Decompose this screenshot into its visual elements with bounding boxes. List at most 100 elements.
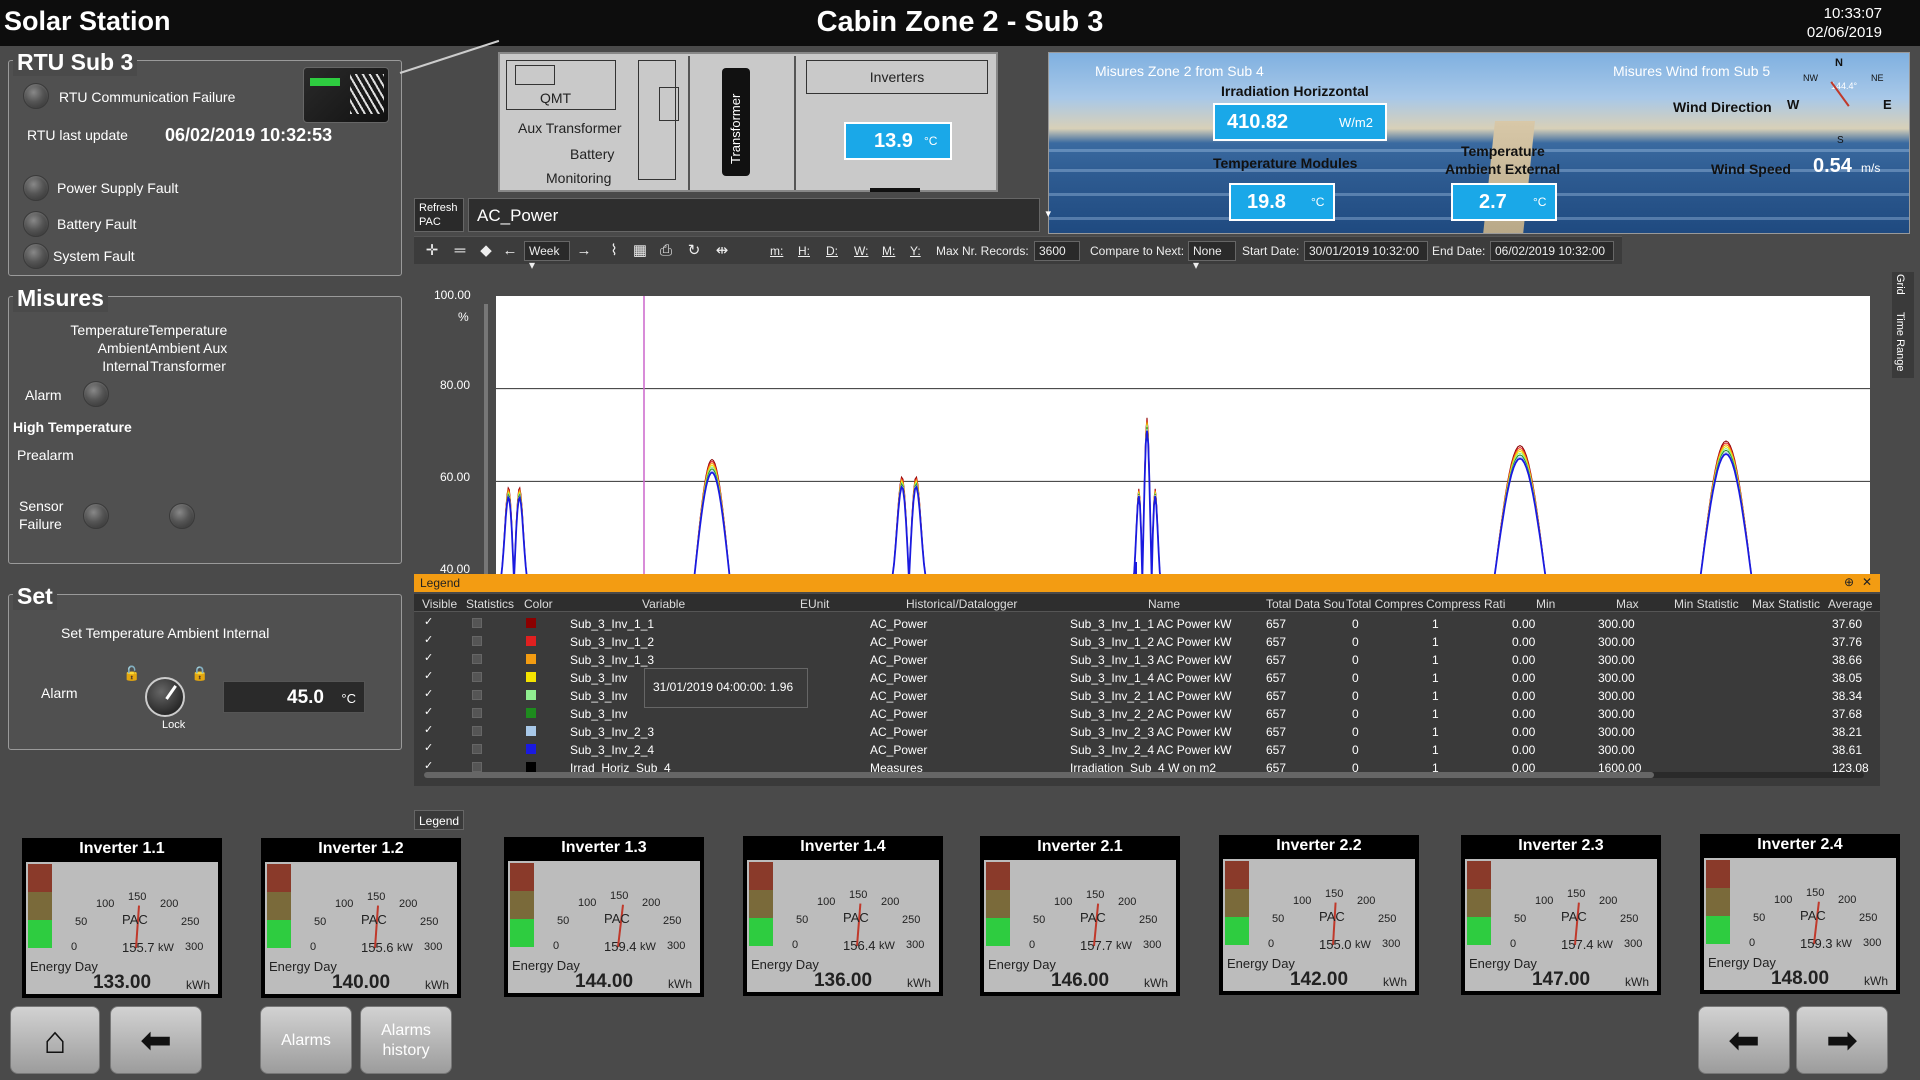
average-cell: 38.05	[1832, 671, 1863, 685]
pin-icon[interactable]: ⊕	[1844, 575, 1854, 589]
table-row[interactable]: ✓ Sub_3_Inv_2_4 AC_Power Sub_3_Inv_2_4 AC P…	[414, 740, 1880, 758]
visible-checkbox[interactable]: ✓	[424, 689, 435, 700]
historical-cell: AC_Power	[870, 707, 928, 721]
start-date-input[interactable]: 30/01/2019 10:32:00	[1304, 241, 1428, 261]
legend-toggle-button[interactable]: Legend	[414, 810, 464, 830]
visible-checkbox[interactable]: ✓	[424, 743, 435, 754]
series-line	[694, 460, 730, 574]
zoom-weeks[interactable]: W:	[854, 244, 868, 258]
alarms-button[interactable]: Alarms	[260, 1006, 352, 1074]
visible-checkbox[interactable]: ✓	[424, 761, 435, 772]
table-row[interactable]: ✓ Sub_3_Inv AC_Power Sub_3_Inv_1_4 AC Power…	[414, 668, 1880, 686]
inverter-card[interactable]: Inverter 1.3 0 50 100 150 200 250 300 PAC 159.4 kW…	[504, 837, 704, 997]
table-row[interactable]: ✓ Sub_3_Inv AC_Power Sub_3_Inv_2_1 AC Power…	[414, 686, 1880, 704]
lock-knob[interactable]	[145, 677, 185, 717]
col-average: Average	[1828, 597, 1873, 611]
irradiation-display: 410.82 W/m2	[1213, 103, 1387, 141]
statistics-checkbox[interactable]	[472, 690, 482, 700]
col-color: Color	[524, 597, 553, 611]
total-cell: 657	[1266, 707, 1287, 721]
close-icon[interactable]: ✕	[1862, 575, 1872, 589]
variable-selector[interactable]: AC_Power ▾	[468, 198, 1051, 232]
zoom-days[interactable]: D:	[826, 244, 838, 258]
table-row[interactable]: ✓ Sub_3_Inv_1_3 AC_Power Sub_3_Inv_1_3 AC P…	[414, 650, 1880, 668]
inverter-card[interactable]: Inverter 2.1 0 50 100 150 200 250 300 PAC 157.7 kW…	[980, 836, 1180, 996]
visible-checkbox[interactable]: ✓	[424, 707, 435, 718]
series-line	[1700, 449, 1752, 574]
total-cell: 657	[1266, 689, 1287, 703]
start-date-label: Start Date:	[1242, 244, 1300, 258]
inverter-card[interactable]: Inverter 2.2 0 50 100 150 200 250 300 PAC 155.0 kW…	[1219, 835, 1419, 995]
clock-date: 02/06/2019	[1806, 24, 1882, 41]
pac-value: 155.0	[1319, 937, 1352, 952]
grid-icon[interactable]: ▦	[630, 241, 650, 261]
zoom-hours[interactable]: H:	[798, 244, 810, 258]
visible-checkbox[interactable]: ✓	[424, 725, 435, 736]
inverter-card[interactable]: Inverter 1.2 0 50 100 150 200 250 300 PAC 155.6 kW…	[261, 838, 461, 998]
table-row[interactable]: ✓ Sub_3_Inv AC_Power Sub_3_Inv_2_2 AC Power…	[414, 704, 1880, 722]
inverter-card[interactable]: Inverter 1.1 0 50 100 150 200 250 300 PAC 155.7 kW…	[22, 838, 222, 998]
max-records-input[interactable]: 3600	[1034, 241, 1080, 261]
statistics-checkbox[interactable]	[472, 726, 482, 736]
table-row[interactable]: ✓ Sub_3_Inv_2_3 AC_Power Sub_3_Inv_2_3 AC P…	[414, 722, 1880, 740]
set-value-field[interactable]: 45.0 °C	[223, 681, 365, 713]
home-button[interactable]: ⌂	[10, 1006, 100, 1074]
refresh-icon[interactable]: ↻	[684, 241, 704, 261]
refresh-pac-button[interactable]: Refresh PAC	[414, 198, 464, 232]
end-date-input[interactable]: 06/02/2019 10:32:00	[1490, 241, 1614, 261]
zoom-years[interactable]: Y:	[910, 244, 921, 258]
visible-checkbox[interactable]: ✓	[424, 653, 435, 664]
add-icon[interactable]: ✛	[422, 241, 442, 261]
average-cell: 37.60	[1832, 617, 1863, 631]
inverter-gauge: 0 50 100 150 200 250 300 PAC 156.4 kW Energy Day 13…	[747, 860, 939, 992]
statistics-checkbox[interactable]	[472, 618, 482, 628]
statistics-checkbox[interactable]	[472, 744, 482, 754]
plot-area[interactable]	[496, 296, 1870, 574]
temp-modules-value: 19.8	[1247, 191, 1286, 213]
inverter-card[interactable]: Inverter 1.4 0 50 100 150 200 250 300 PAC 156.4 kW…	[743, 836, 943, 996]
legend-scrollbar[interactable]	[424, 772, 1864, 778]
grid-tab[interactable]: Grid	[1894, 274, 1906, 295]
unlock-icon[interactable]: 🔓	[123, 665, 140, 682]
next-page-button[interactable]: ➡	[1796, 1006, 1888, 1074]
inverter-card[interactable]: Inverter 2.3 0 50 100 150 200 250 300 PAC 157.4 kW…	[1461, 835, 1661, 995]
pulse-icon[interactable]: ⌇	[604, 241, 624, 261]
statistics-checkbox[interactable]	[472, 654, 482, 664]
table-row[interactable]: ✓ Sub_3_Inv_1_2 AC_Power Sub_3_Inv_1_2 AC P…	[414, 632, 1880, 650]
visible-checkbox[interactable]: ✓	[424, 617, 435, 628]
name-cell: Sub_3_Inv_2_3 AC Power kW	[1070, 725, 1232, 739]
visible-checkbox[interactable]: ✓	[424, 671, 435, 682]
alarms-history-button[interactable]: Alarms history	[360, 1006, 452, 1074]
lock-icon[interactable]: 🔒	[191, 665, 208, 682]
pac-label: PAC	[1561, 909, 1587, 924]
color-swatch	[526, 690, 536, 700]
inverter-card[interactable]: Inverter 2.4 0 50 100 150 200 250 300 PAC 159.3 kW…	[1700, 834, 1900, 994]
table-row[interactable]: ✓ Sub_3_Inv_1_1 AC_Power Sub_3_Inv_1_1 AC P…	[414, 614, 1880, 632]
pac-label: PAC	[361, 912, 387, 927]
compare-select[interactable]: None ▾	[1188, 241, 1236, 272]
prev-page-button[interactable]: ⬅	[1698, 1006, 1790, 1074]
fit-icon[interactable]: ⇹	[712, 241, 732, 261]
visible-checkbox[interactable]: ✓	[424, 635, 435, 646]
back-button[interactable]: ⬅	[110, 1006, 202, 1074]
legend-table-header: Visible Statistics Color Variable EUnit …	[414, 594, 1880, 612]
statistics-checkbox[interactable]	[472, 672, 482, 682]
statistics-checkbox[interactable]	[472, 708, 482, 718]
energy-day-unit: kWh	[668, 977, 692, 991]
zoom-minutes[interactable]: m:	[770, 244, 783, 258]
zoom-months[interactable]: M:	[882, 244, 895, 258]
temp-ambient-unit: °C	[1533, 195, 1547, 209]
arrow-right-icon[interactable]: →	[574, 241, 594, 261]
statistics-checkbox[interactable]	[472, 762, 482, 772]
time-range-tab[interactable]: Time Range	[1894, 312, 1906, 372]
period-select[interactable]: Week ▾	[524, 241, 570, 272]
y-scrollbar[interactable]	[484, 304, 488, 574]
print-icon[interactable]: ⎙	[656, 241, 676, 261]
pac-unit: kW	[1116, 940, 1132, 952]
compass-ne: NE	[1871, 73, 1884, 83]
tag-icon[interactable]: ◆	[476, 241, 496, 261]
pac-value: 157.4	[1561, 937, 1594, 952]
arrow-left-icon[interactable]: ←	[500, 241, 520, 261]
remove-icon[interactable]: ═	[450, 241, 470, 261]
statistics-checkbox[interactable]	[472, 636, 482, 646]
